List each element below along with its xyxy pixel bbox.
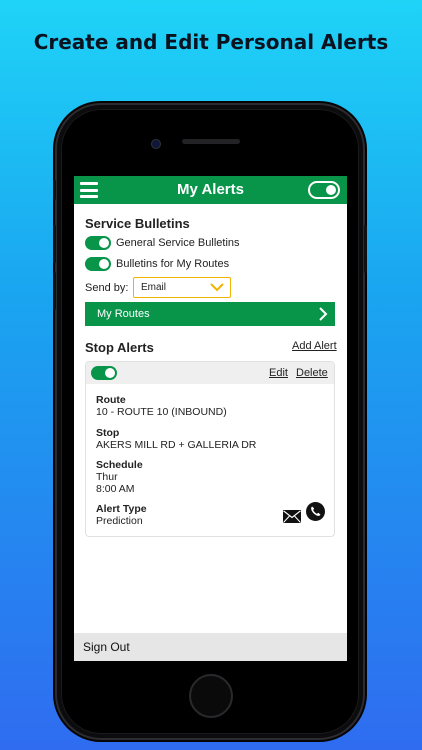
sign-out-bar[interactable]: Sign Out bbox=[74, 633, 347, 661]
route-bulletins-label: Bulletins for My Routes bbox=[116, 258, 230, 270]
app-screen: My Alerts Service Bulletins General Serv… bbox=[74, 176, 347, 661]
general-bulletins-toggle[interactable] bbox=[85, 236, 111, 250]
stop-label: Stop bbox=[96, 427, 120, 439]
phone-icon[interactable] bbox=[306, 502, 325, 521]
headline: Create and Edit Personal Alerts bbox=[33, 30, 389, 54]
service-bulletins-title: Service Bulletins bbox=[85, 216, 190, 231]
chevron-down-icon bbox=[210, 283, 224, 292]
my-routes-label: My Routes bbox=[97, 308, 150, 320]
add-alert-link[interactable]: Add Alert bbox=[292, 340, 337, 352]
schedule-time: 8:00 AM bbox=[96, 483, 135, 495]
alert-type-label: Alert Type bbox=[96, 503, 147, 515]
delete-alert-link[interactable]: Delete bbox=[296, 367, 328, 379]
front-camera bbox=[152, 140, 160, 148]
volume-up-button bbox=[53, 225, 56, 263]
sign-out-label: Sign Out bbox=[83, 640, 130, 654]
earpiece-speaker bbox=[182, 139, 240, 144]
schedule-day: Thur bbox=[96, 471, 118, 483]
email-icon[interactable] bbox=[283, 510, 301, 523]
schedule-label: Schedule bbox=[96, 459, 143, 471]
master-alerts-toggle[interactable] bbox=[308, 181, 340, 199]
app-header: My Alerts bbox=[74, 176, 347, 204]
stop-alert-card: Edit Delete Route 10 - ROUTE 10 (INBOUND… bbox=[85, 361, 335, 537]
send-by-label: Send by: bbox=[85, 282, 129, 294]
power-button bbox=[364, 225, 367, 273]
alert-type-value: Prediction bbox=[96, 515, 143, 527]
send-by-select[interactable]: Email bbox=[133, 277, 231, 298]
send-by-value: Email bbox=[141, 282, 167, 293]
route-value: 10 - ROUTE 10 (INBOUND) bbox=[96, 406, 227, 418]
general-bulletins-row[interactable]: General Service Bulletins bbox=[85, 236, 240, 250]
stop-value: AKERS MILL RD + GALLERIA DR bbox=[96, 439, 257, 451]
alert-card-header: Edit Delete bbox=[86, 362, 334, 384]
route-bulletins-toggle[interactable] bbox=[85, 257, 111, 271]
route-bulletins-row[interactable]: Bulletins for My Routes bbox=[85, 257, 229, 271]
page-title: My Alerts bbox=[177, 181, 244, 198]
home-button bbox=[189, 674, 233, 718]
edit-alert-link[interactable]: Edit bbox=[269, 367, 288, 379]
alert-enabled-toggle[interactable] bbox=[91, 366, 117, 380]
chevron-right-icon bbox=[319, 307, 328, 321]
mute-switch bbox=[53, 180, 56, 200]
volume-down-button bbox=[53, 272, 56, 310]
my-routes-button[interactable]: My Routes bbox=[85, 302, 335, 326]
general-bulletins-label: General Service Bulletins bbox=[116, 237, 240, 249]
route-label: Route bbox=[96, 394, 126, 406]
stop-alerts-title: Stop Alerts bbox=[85, 340, 154, 355]
